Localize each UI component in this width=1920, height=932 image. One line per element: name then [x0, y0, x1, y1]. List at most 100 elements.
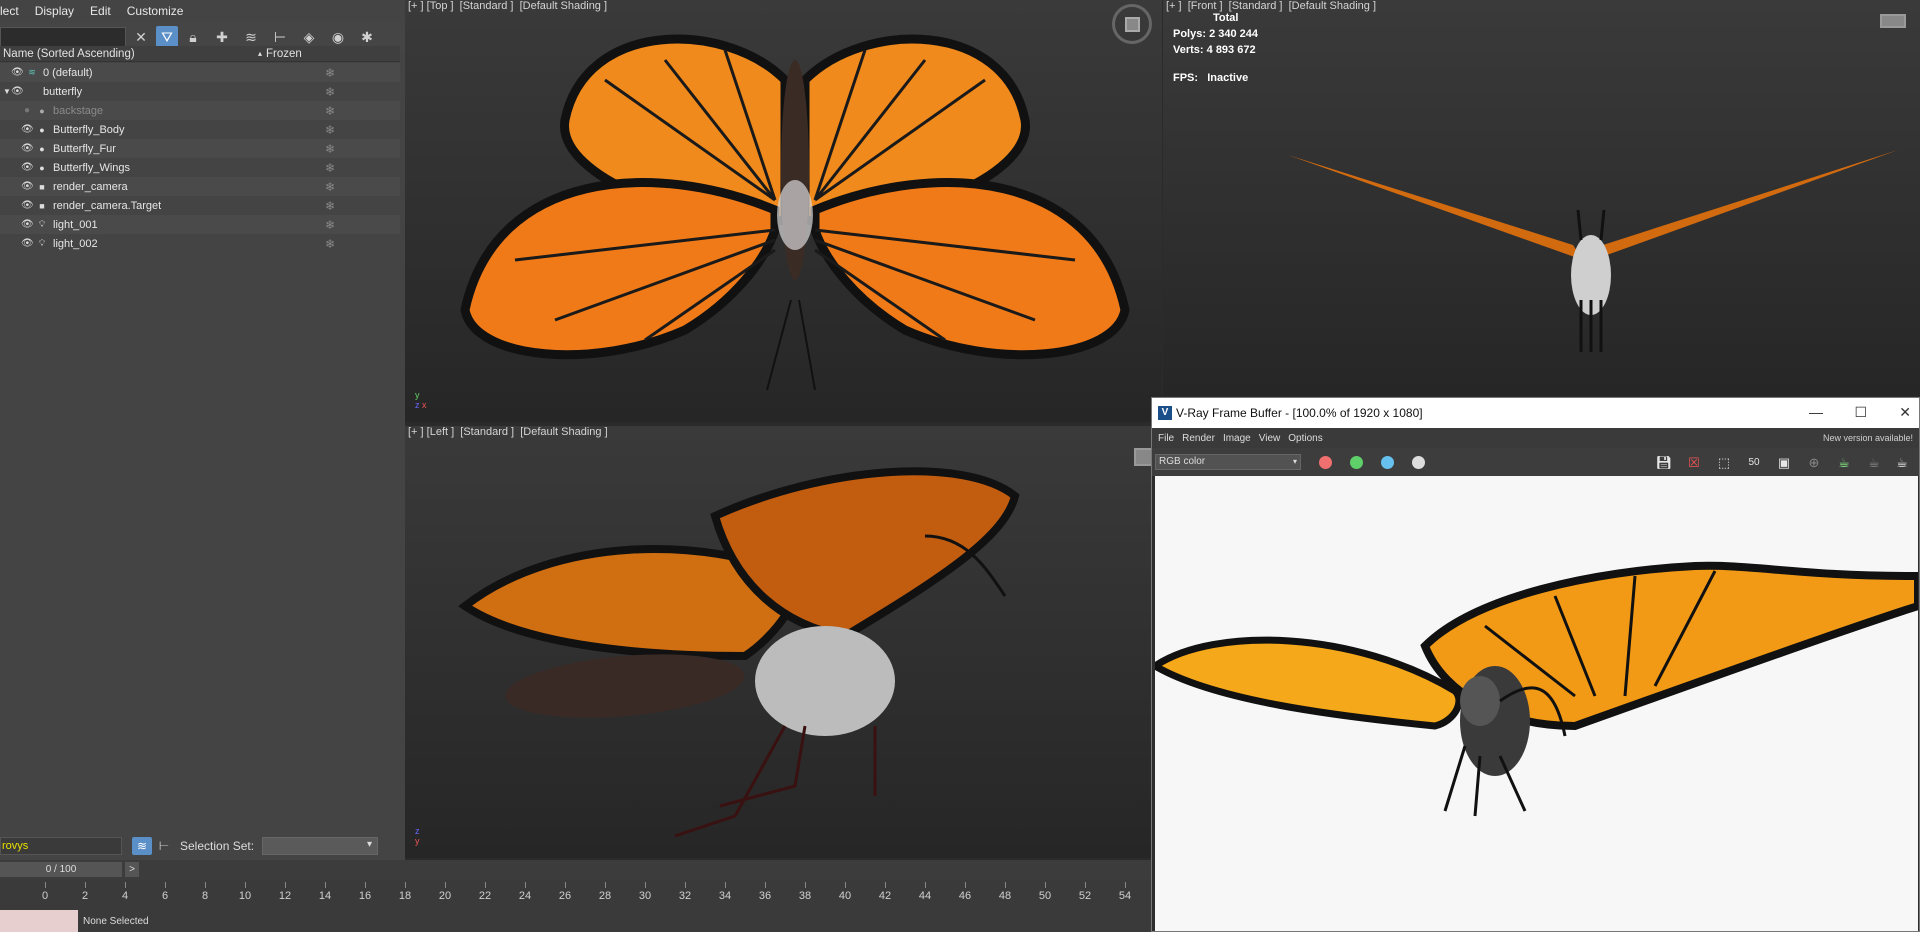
timeline-tick-label: 50 [1038, 890, 1052, 902]
object-icon: ● [39, 162, 45, 173]
snowflake-icon[interactable]: ❄ [325, 85, 335, 99]
add-layer-icon[interactable]: ✚ [211, 26, 233, 48]
visibility-layer-icon[interactable]: ◉ [327, 26, 349, 48]
tree-row-light-002[interactable]: 👁︎ 💡︎ light_002 ❄ [0, 234, 400, 253]
viewport-front[interactable]: [+ ] [Front ] [Standard ] [Default Shadi… [1163, 0, 1920, 396]
butterfly-top-view [460, 34, 1130, 391]
tree-row-butterfly[interactable]: ▼ 👁︎ butterfly ❄ [0, 82, 400, 101]
lens-effects-icon[interactable]: ▣ [1772, 453, 1796, 473]
tree-row-render-camera-target[interactable]: 👁︎ ■ render_camera.Target ❄ [0, 196, 400, 215]
timeline-tick-mark [885, 882, 886, 888]
layer-stack-icon[interactable]: ◈ [298, 26, 320, 48]
timeline-tick-mark [645, 882, 646, 888]
tree-row-backstage[interactable]: ● ● backstage ❄ [0, 101, 400, 120]
timeline-tick-mark [1125, 882, 1126, 888]
green-channel-toggle[interactable] [1350, 455, 1363, 469]
blue-channel-toggle[interactable] [1381, 455, 1394, 469]
next-frame-button[interactable]: > [125, 862, 139, 877]
eye-hidden-icon[interactable]: ● [21, 105, 33, 116]
menu-display[interactable]: Display [35, 4, 74, 18]
new-version-notice[interactable]: New version available! [1823, 433, 1913, 443]
layers-icon[interactable]: ≋ [240, 26, 262, 48]
eye-icon[interactable]: 👁︎ [11, 86, 24, 97]
snowflake-icon[interactable]: ❄ [325, 180, 335, 194]
snowflake-icon[interactable]: ❄ [325, 237, 335, 251]
snowflake-icon[interactable]: ❄ [325, 104, 335, 118]
region-render-icon[interactable]: ⬚ [1712, 453, 1736, 473]
maxscript-listener[interactable] [0, 910, 78, 932]
sort-by-hierarchy-icon[interactable]: ⊢ [154, 837, 174, 855]
eye-icon[interactable]: 👁︎ [21, 143, 34, 154]
timeline-tick-mark [205, 882, 206, 888]
eye-icon[interactable]: 👁︎ [21, 124, 34, 135]
lock-icon[interactable]: 🔒︎ [182, 26, 204, 48]
tree-row-layer-default[interactable]: 👁︎ ≋ 0 (default) ❄ [0, 63, 400, 82]
time-slider-track[interactable] [0, 860, 1151, 880]
save-icon[interactable]: 💾︎ [1652, 453, 1676, 473]
explorer-footer: rovys ≋ ⊢ Selection Set: [0, 836, 405, 856]
tree-row-butterfly-body[interactable]: 👁︎ ● Butterfly_Body ❄ [0, 120, 400, 139]
snowflake-icon[interactable]: ❄ [325, 218, 335, 232]
viewport-left[interactable]: [+ ] [Left ] [Standard ] [Default Shadin… [405, 426, 1162, 858]
render-teapot-icon[interactable]: ☕︎ [1890, 453, 1914, 473]
eye-icon[interactable]: 👁︎ [21, 181, 34, 192]
eye-icon[interactable]: 👁︎ [21, 200, 34, 211]
snowflake-icon[interactable]: ❄ [325, 199, 335, 213]
timeline-tick-mark [285, 882, 286, 888]
timeline-tick-label: 54 [1118, 890, 1132, 902]
eye-icon[interactable]: 👁︎ [11, 67, 24, 78]
tree-row-butterfly-fur[interactable]: 👁︎ ● Butterfly_Fur ❄ [0, 139, 400, 158]
vray-frame-buffer-window[interactable]: V V-Ray Frame Buffer - [100.0% of 1920 x… [1151, 397, 1920, 932]
time-slider[interactable]: 0 / 100 [0, 862, 122, 877]
render-image[interactable] [1155, 476, 1918, 931]
tree-row-light-001[interactable]: 👁︎ 💡︎ light_001 ❄ [0, 215, 400, 234]
menu-select[interactable]: lect [0, 4, 19, 18]
eye-icon[interactable]: 👁︎ [21, 162, 34, 173]
eye-icon[interactable]: 👁︎ [21, 219, 34, 230]
track-mouse-icon[interactable]: ⊕ [1802, 453, 1826, 473]
clear-image-icon[interactable]: ☒ [1682, 453, 1706, 473]
timeline-ruler[interactable]: 0 2 4 6 8 10 12 14 16 18 20 22 24 26 28 30 32 34 36 38 40 42 4… [0, 880, 1151, 908]
vfb-menu-image[interactable]: Image [1223, 433, 1251, 444]
timeline-tick-label: 44 [918, 890, 932, 902]
vfb-menu-view[interactable]: View [1259, 433, 1281, 444]
menu-customize[interactable]: Customize [127, 4, 184, 18]
snowflake-icon[interactable]: ❄ [325, 66, 335, 80]
vfb-title-bar[interactable]: V V-Ray Frame Buffer - [100.0% of 1920 x… [1152, 398, 1919, 428]
zoom-percent-icon[interactable]: 50 [1742, 453, 1766, 473]
close-icon[interactable]: ✕ [1899, 404, 1911, 421]
render-channel-select[interactable]: RGB color [1155, 454, 1301, 470]
snowflake-icon[interactable]: ❄ [325, 123, 335, 137]
explorer-column-header: Name (Sorted Ascending) ▴ Frozen [0, 46, 400, 62]
minimize-icon[interactable]: — [1809, 404, 1823, 420]
timeline-tick-label: 26 [558, 890, 572, 902]
snowflake-icon[interactable]: ❄ [325, 161, 335, 175]
filter-icon[interactable]: ⛛ [156, 26, 178, 48]
render-icon[interactable]: ☕︎ [1832, 453, 1856, 473]
eye-icon[interactable]: 👁︎ [21, 238, 34, 249]
explorer-search-input[interactable] [0, 27, 126, 47]
snowflake-icon[interactable]: ❄ [325, 142, 335, 156]
viewport-top[interactable]: [+ ] [Top ] [Standard ] [Default Shading… [405, 0, 1162, 422]
clear-search-icon[interactable]: ✕ [130, 26, 152, 48]
selection-status: None Selected [83, 916, 149, 927]
maximize-icon[interactable]: ☐ [1854, 404, 1867, 421]
red-channel-toggle[interactable] [1319, 455, 1332, 469]
menu-edit[interactable]: Edit [90, 4, 111, 18]
timeline-tick-label: 6 [161, 890, 169, 902]
column-name[interactable]: Name (Sorted Ascending) [0, 48, 258, 60]
alpha-channel-toggle[interactable] [1412, 455, 1425, 469]
interactive-render-icon[interactable]: ☕︎ [1862, 453, 1886, 473]
vfb-menu-file[interactable]: File [1158, 433, 1174, 444]
tree-row-butterfly-wings[interactable]: 👁︎ ● Butterfly_Wings ❄ [0, 158, 400, 177]
column-frozen[interactable]: Frozen [262, 48, 302, 60]
layer-filter-input[interactable]: rovys [0, 837, 122, 855]
tree-row-render-camera[interactable]: 👁︎ ■ render_camera ❄ [0, 177, 400, 196]
selection-set-dropdown[interactable] [262, 837, 379, 855]
timeline-tick-mark [45, 882, 46, 888]
hierarchy-icon[interactable]: ⊢ [269, 26, 291, 48]
vfb-menu-render[interactable]: Render [1182, 433, 1215, 444]
sort-by-layer-icon[interactable]: ≋ [132, 837, 152, 855]
freeze-layer-icon[interactable]: ✱ [356, 26, 378, 48]
vfb-menu-options[interactable]: Options [1288, 433, 1322, 444]
